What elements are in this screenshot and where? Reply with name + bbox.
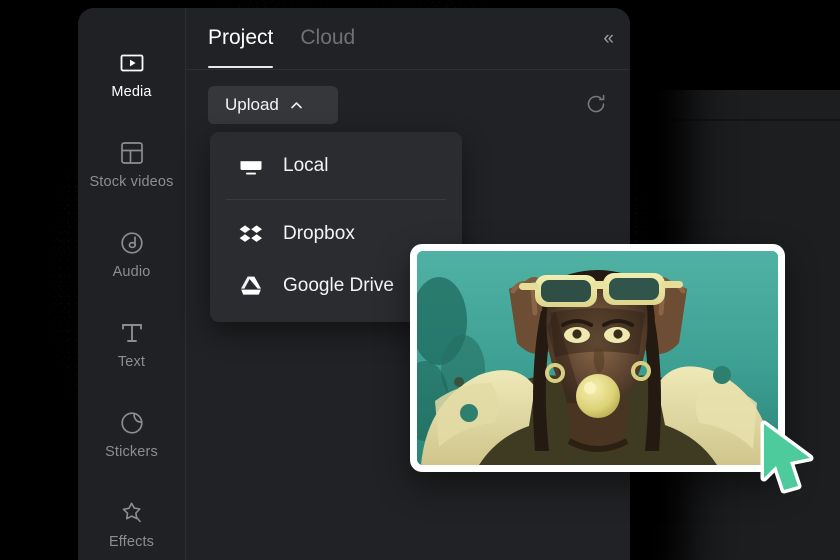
- sidebar-item-label: Stock videos: [89, 174, 174, 191]
- effects-sparkle-star-icon: [119, 500, 145, 526]
- refresh-circular-arrow-icon: [584, 92, 608, 116]
- refresh-button[interactable]: [584, 92, 608, 116]
- sidebar-item-audio[interactable]: Audio: [78, 210, 185, 300]
- media-play-frame-icon: [119, 50, 145, 76]
- screen-root: Media Stock videos Audio Text Stickers E…: [0, 0, 840, 560]
- sidebar-item-label: Text: [117, 354, 146, 371]
- menu-item-label: Google Drive: [283, 275, 394, 296]
- audio-note-circle-icon: [119, 230, 145, 256]
- menu-item-local[interactable]: Local: [210, 140, 462, 192]
- toolbar: Upload: [186, 70, 630, 140]
- media-thumbnail-card[interactable]: [410, 244, 785, 472]
- sidebar-item-stock-videos[interactable]: Stock videos: [78, 120, 185, 210]
- sidebar-item-media[interactable]: Media: [78, 30, 185, 120]
- tab-cloud[interactable]: Cloud: [300, 27, 355, 50]
- text-t-icon: [119, 320, 145, 346]
- media-thumbnail-image: [417, 251, 778, 465]
- tab-bar: Project Cloud «: [186, 8, 630, 70]
- sidebar-item-label: Stickers: [105, 444, 158, 461]
- sidebar-item-label: Media: [111, 84, 152, 101]
- sidebar-item-text[interactable]: Text: [78, 300, 185, 390]
- sidebar-item-label: Audio: [112, 264, 151, 281]
- monitor-desktop-icon: [238, 153, 264, 179]
- upload-button-label: Upload: [225, 95, 279, 114]
- sidebar-item-effects[interactable]: Effects: [78, 480, 185, 560]
- menu-item-label: Local: [283, 155, 329, 176]
- menu-item-label: Dropbox: [283, 223, 355, 244]
- dropbox-icon: [238, 221, 264, 247]
- sticker-peel-icon: [119, 410, 145, 436]
- google-drive-icon: [238, 273, 264, 299]
- menu-divider: [226, 199, 446, 200]
- sidebar-item-label: Effects: [108, 534, 155, 551]
- sidebar-item-stickers[interactable]: Stickers: [78, 390, 185, 480]
- upload-button[interactable]: Upload: [208, 86, 338, 124]
- layout-grid-icon: [119, 140, 145, 166]
- chevron-double-left-icon[interactable]: «: [603, 29, 613, 48]
- sidebar: Media Stock videos Audio Text Stickers E…: [78, 8, 186, 560]
- chevron-up-icon: [290, 99, 303, 112]
- tab-project[interactable]: Project: [208, 27, 274, 68]
